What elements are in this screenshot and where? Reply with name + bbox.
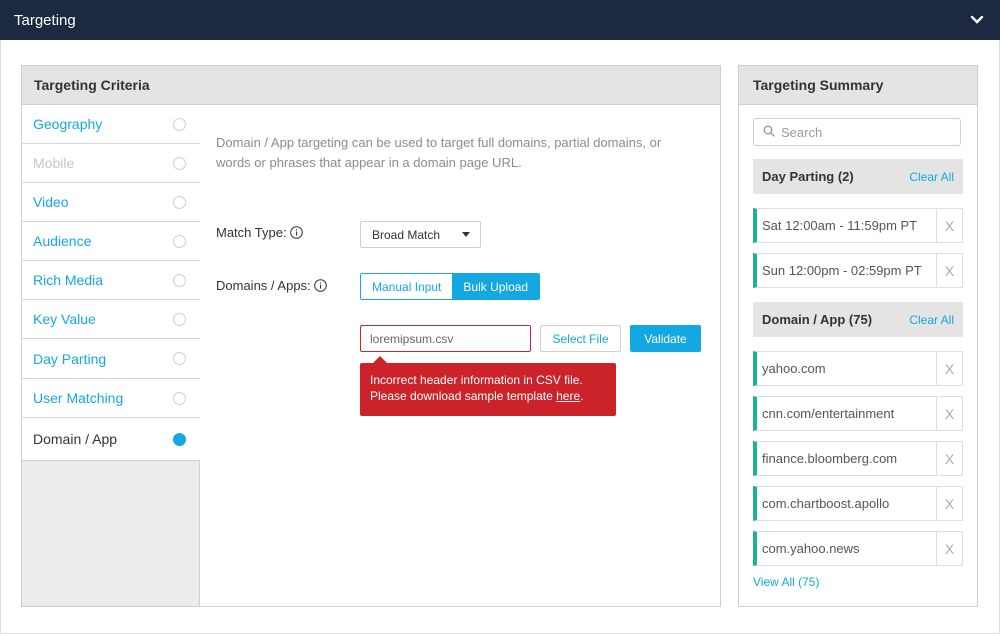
select-file-button[interactable]: Select File xyxy=(540,325,621,352)
chevron-down-icon[interactable] xyxy=(968,11,986,29)
file-name-field[interactable]: loremipsum.csv xyxy=(360,325,531,352)
sidebar-item-label: Domain / App xyxy=(33,431,118,447)
remove-button[interactable]: X xyxy=(936,352,962,385)
radio-icon xyxy=(173,312,186,326)
remove-button[interactable]: X xyxy=(936,487,962,520)
criteria-content: Domain / App targeting can be used to ta… xyxy=(201,105,720,606)
sidebar-item-label: Day Parting xyxy=(33,350,107,367)
input-mode-toggle: Manual Input Bulk Upload xyxy=(360,273,541,300)
section-title: Targeting xyxy=(14,11,76,29)
sidebar-item-key-value[interactable]: Key Value xyxy=(22,300,200,339)
panel-title: Targeting Summary xyxy=(739,66,977,105)
sidebar-item-label: User Matching xyxy=(33,390,124,406)
remove-button[interactable]: X xyxy=(936,254,962,287)
sidebar-item-label: Audience xyxy=(33,233,92,249)
description-text: Domain / App targeting can be used to ta… xyxy=(216,135,662,170)
match-type-select[interactable]: Broad Match xyxy=(360,221,481,248)
domains-label: Domains / Apps: xyxy=(216,278,327,293)
sidebar-item-label: Key Value xyxy=(33,311,96,327)
sidebar-item-domain-app[interactable]: Domain / App xyxy=(22,418,200,461)
remove-button[interactable]: X xyxy=(936,442,962,475)
radio-icon xyxy=(173,117,186,131)
sidebar-item-geography[interactable]: Geography xyxy=(22,105,200,144)
match-type-label-text: Match Type: xyxy=(216,225,287,240)
search-placeholder: Search xyxy=(781,124,823,140)
domains-label-text: Domains / Apps: xyxy=(216,278,311,293)
error-tooltip: Incorrect header information in CSV file… xyxy=(360,356,616,416)
panel-title: Targeting Criteria xyxy=(22,66,720,105)
summary-chip: yahoo.com X xyxy=(753,351,963,386)
info-icon[interactable] xyxy=(289,226,303,239)
validate-button[interactable]: Validate xyxy=(630,325,701,352)
search-icon xyxy=(763,125,775,140)
radio-icon xyxy=(173,234,186,248)
chip-label: Sun 12:00pm - 02:59pm PT xyxy=(762,263,922,278)
sidebar-item-day-parting[interactable]: Day Parting xyxy=(22,339,200,379)
radio-selected-icon xyxy=(173,432,186,446)
download-template-link[interactable]: here xyxy=(556,389,580,403)
sidebar-item-label: Rich Media xyxy=(33,272,104,288)
sidebar-item-audience[interactable]: Audience xyxy=(22,222,200,261)
error-message-line1: Incorrect header information in CSV file… xyxy=(370,373,583,387)
radio-icon xyxy=(173,195,186,209)
summary-chip: Sun 12:00pm - 02:59pm PT X xyxy=(753,253,963,288)
match-type-label: Match Type: xyxy=(216,225,303,240)
chip-label: cnn.com/entertainment xyxy=(762,406,895,421)
targeting-criteria-panel: Targeting Criteria Geography Mobile Vide… xyxy=(21,65,721,607)
day-parting-group-header: Day Parting (2) Clear All xyxy=(753,159,963,194)
radio-icon xyxy=(173,273,186,287)
clear-all-button[interactable]: Clear All xyxy=(909,313,954,327)
radio-icon xyxy=(173,156,186,170)
bulk-upload-button[interactable]: Bulk Upload xyxy=(452,274,540,299)
targeting-summary-panel: Targeting Summary Search Day Parting (2)… xyxy=(738,65,978,607)
error-message-suffix: . xyxy=(580,389,584,403)
domain-app-group-header: Domain / App (75) Clear All xyxy=(753,302,963,337)
search-input[interactable]: Search xyxy=(753,118,961,146)
sidebar-item-label: Mobile xyxy=(33,155,75,171)
chip-label: Sat 12:00am - 11:59pm PT xyxy=(762,218,918,233)
group-title: Day Parting (2) xyxy=(762,169,854,184)
match-type-value: Broad Match xyxy=(372,227,441,242)
error-message-line2: Please download sample template here. xyxy=(370,388,606,404)
error-message-text: Please download sample template xyxy=(370,389,557,403)
view-all-link[interactable]: View All (75) xyxy=(753,575,819,589)
summary-chip: cnn.com/entertainment X xyxy=(753,396,963,431)
sidebar-item-label: Video xyxy=(33,194,69,210)
radio-icon xyxy=(173,352,186,365)
summary-chip: Sat 12:00am - 11:59pm PT X xyxy=(753,208,963,243)
sidebar-item-rich-media[interactable]: Rich Media xyxy=(22,261,200,300)
radio-icon xyxy=(173,391,186,405)
summary-chip: com.chartboost.apollo X xyxy=(753,486,963,521)
sidebar-item-label: Geography xyxy=(33,116,103,132)
summary-chip: finance.bloomberg.com X xyxy=(753,441,963,476)
clear-all-button[interactable]: Clear All xyxy=(909,170,954,184)
remove-button[interactable]: X xyxy=(936,397,962,430)
sidebar-item-user-matching[interactable]: User Matching xyxy=(22,379,200,418)
remove-button[interactable]: X xyxy=(936,532,962,565)
manual-input-button[interactable]: Manual Input xyxy=(361,274,453,299)
sidebar-item-mobile: Mobile xyxy=(22,144,200,183)
section-header: Targeting xyxy=(0,0,1000,40)
chip-label: finance.bloomberg.com xyxy=(762,451,898,466)
summary-chip: com.yahoo.news X xyxy=(753,531,963,566)
info-icon[interactable] xyxy=(313,279,327,292)
chip-label: yahoo.com xyxy=(762,361,826,376)
caret-down-icon xyxy=(462,232,470,237)
chip-label: com.yahoo.news xyxy=(762,541,860,556)
remove-button[interactable]: X xyxy=(936,209,962,242)
criteria-sidenav: Geography Mobile Video Audience Rich Med… xyxy=(22,105,200,606)
group-title: Domain / App (75) xyxy=(762,312,873,327)
chip-label: com.chartboost.apollo xyxy=(762,496,890,511)
sidebar-item-video[interactable]: Video xyxy=(22,183,200,222)
